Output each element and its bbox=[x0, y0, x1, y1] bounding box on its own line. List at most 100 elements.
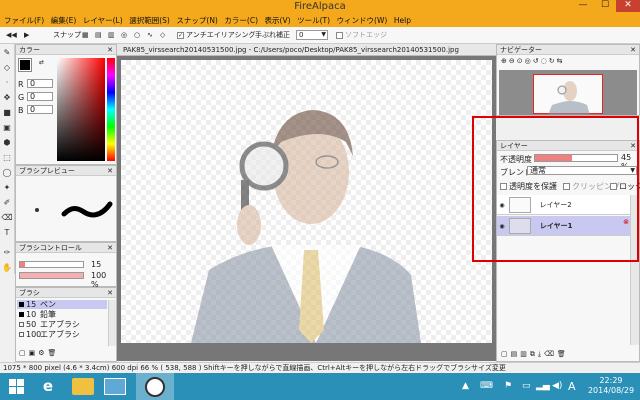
delete-layer-icon[interactable]: 🗑 bbox=[557, 350, 569, 358]
network-icon[interactable]: ▂▄ bbox=[536, 381, 550, 391]
r-input[interactable]: 0 bbox=[27, 79, 53, 88]
brush-size-slider[interactable] bbox=[19, 261, 84, 268]
hand-tool-icon[interactable]: ✋ bbox=[1, 262, 13, 274]
brush-settings-icon[interactable]: ⚙ bbox=[38, 349, 47, 357]
menu-layer[interactable]: レイヤー(L) bbox=[83, 14, 123, 27]
next-icon[interactable]: ▶ bbox=[24, 30, 29, 40]
close-icon[interactable]: ✕ bbox=[107, 166, 113, 176]
select-tool-icon[interactable]: ⬚ bbox=[1, 152, 13, 164]
text-tool-icon[interactable]: T bbox=[1, 227, 13, 239]
maximize-button[interactable]: ☐ bbox=[594, 0, 616, 12]
b-input[interactable]: 0 bbox=[27, 105, 53, 114]
brush-list-item[interactable]: 15 ペン bbox=[17, 300, 107, 309]
fill-tool-icon[interactable]: ■ bbox=[1, 107, 13, 119]
ime-indicator[interactable]: A bbox=[568, 380, 576, 393]
eraser-tool-icon[interactable]: ◇ bbox=[1, 62, 13, 74]
gradation-tool-icon[interactable]: ▣ bbox=[1, 122, 13, 134]
duplicate-layer-icon[interactable]: ⧉ bbox=[530, 350, 538, 358]
menu-help[interactable]: Help bbox=[394, 14, 411, 27]
lasso-tool-icon[interactable]: ◯ bbox=[1, 167, 13, 179]
bucket-tool-icon[interactable]: ⬢ bbox=[1, 137, 13, 149]
menu-edit[interactable]: 編集(E) bbox=[51, 14, 77, 27]
menu-select[interactable]: 選択範囲(S) bbox=[129, 14, 170, 27]
brush-list-item[interactable]: 50 エアブラシ bbox=[17, 320, 107, 329]
menu-window[interactable]: ウィンドウ(W) bbox=[337, 14, 388, 27]
dot-tool-icon[interactable]: · bbox=[1, 77, 13, 89]
brush-list-actions: ▢▣⚙🗑 bbox=[19, 349, 59, 357]
select-eraser-icon[interactable]: ⌫ bbox=[1, 212, 13, 224]
menu-snap[interactable]: スナップ(N) bbox=[176, 14, 217, 27]
flip-icon[interactable]: ⇆ bbox=[557, 57, 565, 65]
move-tool-icon[interactable]: ✥ bbox=[1, 92, 13, 104]
battery-icon[interactable]: ▭ bbox=[522, 381, 531, 391]
document-tab-bar: PAK85_virssearch20140531500.jpg - C:/Use… bbox=[117, 44, 496, 56]
zoom-in-icon[interactable]: ⊕ bbox=[501, 57, 509, 65]
rotate-right-icon[interactable]: ↻ bbox=[549, 57, 557, 65]
snap-cross-icon[interactable]: ▥ bbox=[108, 30, 115, 40]
keyboard-icon[interactable]: ⌨ bbox=[480, 381, 493, 391]
select-pen-icon[interactable]: ✐ bbox=[1, 197, 13, 209]
menu-view[interactable]: 表示(V) bbox=[265, 14, 291, 27]
pen-tool-icon[interactable]: ✎ bbox=[1, 47, 13, 59]
tool-options-bar: ◀◀ ▶ スナップ ▦ ▤ ▥ ◎ ○ ∿ ◇ ✓ アンチエイリアシング 手ぶれ補… bbox=[0, 27, 640, 44]
firealpaca-task-button[interactable] bbox=[136, 373, 174, 400]
zoom-fit-icon[interactable]: ⊙ bbox=[517, 57, 525, 65]
antialias-checkbox[interactable]: ✓ bbox=[177, 31, 184, 39]
eyedropper-icon[interactable]: ✑ bbox=[1, 247, 13, 259]
volume-icon[interactable]: ◀) bbox=[552, 381, 562, 391]
g-label: G bbox=[18, 93, 25, 102]
start-button[interactable] bbox=[2, 376, 32, 397]
zoom-out-icon[interactable]: ⊖ bbox=[509, 57, 517, 65]
canvas-document[interactable] bbox=[121, 60, 492, 343]
swap-icon[interactable]: ⇄ bbox=[39, 59, 44, 66]
stabilizer-label: 手ぶれ補正 bbox=[255, 31, 290, 39]
navigator-preview[interactable] bbox=[499, 70, 637, 115]
new-layer-icon[interactable]: ▢ bbox=[501, 350, 511, 358]
navigator-title: ナビゲーター bbox=[500, 46, 542, 54]
zoom-actual-icon[interactable]: ◎ bbox=[525, 57, 533, 65]
saturation-value-picker[interactable] bbox=[57, 58, 105, 161]
duplicate-brush-icon[interactable]: ▣ bbox=[29, 349, 39, 357]
delete-brush-icon[interactable]: 🗑 bbox=[48, 349, 60, 357]
document-tab[interactable]: PAK85_virssearch20140531500.jpg - C:/Use… bbox=[117, 46, 459, 54]
close-button[interactable]: ✕ bbox=[616, 0, 640, 12]
file-explorer-icon[interactable] bbox=[72, 378, 94, 395]
clock[interactable]: 22:29 2014/08/29 bbox=[584, 376, 638, 396]
g-input[interactable]: 0 bbox=[27, 92, 53, 101]
new-brush-icon[interactable]: ▢ bbox=[19, 349, 29, 357]
snap-circle-icon[interactable]: ○ bbox=[134, 30, 140, 40]
prev-icon[interactable]: ◀◀ bbox=[6, 30, 17, 40]
foreground-color-swatch[interactable] bbox=[18, 58, 32, 72]
hue-slider[interactable] bbox=[107, 58, 115, 161]
close-icon[interactable]: ✕ bbox=[107, 243, 113, 253]
close-icon[interactable]: ✕ bbox=[107, 45, 113, 55]
close-icon[interactable]: ✕ bbox=[630, 45, 636, 55]
new-8bit-layer-icon[interactable]: ▤ bbox=[511, 350, 521, 358]
menu-file[interactable]: ファイル(F) bbox=[4, 14, 44, 27]
up-arrow-icon[interactable]: ▲ bbox=[462, 381, 469, 391]
clear-layer-icon[interactable]: ⌫ bbox=[544, 350, 557, 358]
snap-radial-icon[interactable]: ◎ bbox=[121, 30, 127, 40]
snap-parallel-icon[interactable]: ▤ bbox=[95, 30, 102, 40]
snap-off-icon[interactable]: ▦ bbox=[82, 30, 89, 40]
snap-3d-icon[interactable]: ◇ bbox=[160, 30, 165, 40]
soft-edge-checkbox[interactable] bbox=[336, 31, 343, 39]
rotate-reset-icon[interactable]: ◌ bbox=[541, 57, 549, 65]
brush-list-item[interactable]: 10 鉛筆 bbox=[17, 310, 107, 319]
close-icon[interactable]: ✕ bbox=[107, 288, 113, 298]
brush-list-scrollbar[interactable] bbox=[108, 300, 116, 346]
magic-wand-icon[interactable]: ✦ bbox=[1, 182, 13, 194]
minimize-button[interactable]: — bbox=[572, 0, 594, 12]
rotate-left-icon[interactable]: ↺ bbox=[533, 57, 541, 65]
stabilizer-select[interactable]: 0 ▼ bbox=[296, 30, 328, 40]
pictures-app-icon[interactable] bbox=[104, 378, 126, 395]
tool-box: ✎ ◇ · ✥ ■ ▣ ⬢ ⬚ ◯ ✦ ✐ ⌫ T ✑ ✋ bbox=[0, 44, 15, 274]
menu-color[interactable]: カラー(C) bbox=[224, 14, 258, 27]
new-1bit-layer-icon[interactable]: ▥ bbox=[520, 350, 530, 358]
internet-explorer-icon[interactable]: e bbox=[36, 376, 60, 397]
menu-tool[interactable]: ツール(T) bbox=[297, 14, 330, 27]
snap-curve-icon[interactable]: ∿ bbox=[147, 30, 153, 40]
flag-icon[interactable]: ⚑ bbox=[504, 381, 512, 391]
brush-opacity-slider[interactable] bbox=[19, 272, 84, 279]
brush-list-item[interactable]: 100エアブラシ bbox=[17, 330, 107, 339]
